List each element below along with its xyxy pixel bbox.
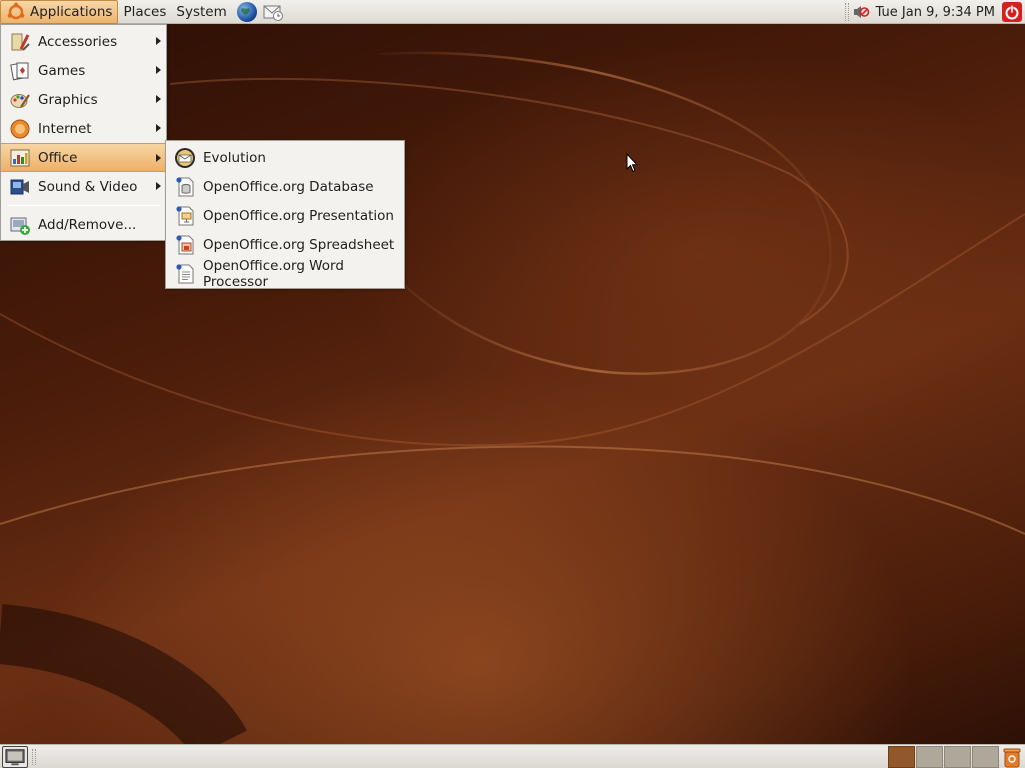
workspace-switcher: [888, 746, 1000, 768]
top-panel: Applications Places System Tue Jan 9, 9:…: [0, 0, 1025, 24]
menu-item-label: OpenOffice.org Presentation: [203, 207, 394, 224]
graphics-icon: [10, 93, 30, 108]
menu-item-label: Office: [38, 149, 78, 166]
workspace-1[interactable]: [888, 746, 915, 768]
office-submenu: Evolution OpenOffice.org Database OpenOf…: [165, 140, 405, 290]
evolution-icon: [175, 147, 195, 168]
panel-separator: [32, 749, 36, 765]
volume-muted-icon[interactable]: [852, 3, 870, 21]
bottom-panel: [0, 744, 1025, 768]
menu-item-oo-presentation[interactable]: OpenOffice.org Presentation: [166, 201, 404, 230]
presentation-icon: [176, 205, 194, 225]
power-icon[interactable]: [1001, 1, 1023, 23]
internet-icon: [10, 119, 30, 138]
submenu-arrow-icon: [156, 37, 161, 45]
workspace-3[interactable]: [944, 746, 971, 768]
panel-separator: [844, 3, 849, 21]
spreadsheet-icon: [176, 234, 194, 254]
applications-menu: Accessories Games Graphics Internet Offi…: [0, 24, 167, 241]
menu-item-oo-spreadsheet[interactable]: OpenOffice.org Spreadsheet: [166, 230, 404, 259]
mouse-pointer-icon: [626, 153, 638, 173]
mail-client-icon[interactable]: [262, 1, 284, 23]
menu-item-add-remove[interactable]: Add/Remove...: [1, 210, 166, 239]
menu-item-sound-video[interactable]: Sound & Video: [1, 172, 166, 201]
menu-item-label: Sound & Video: [38, 178, 138, 195]
applications-menu-label: Applications: [30, 3, 113, 20]
menu-item-label: Add/Remove...: [38, 216, 137, 233]
menu-item-oo-word-processor[interactable]: OpenOffice.org Word Processor: [166, 257, 404, 290]
menu-item-games[interactable]: Games: [1, 56, 166, 85]
menu-item-label: Internet: [38, 120, 92, 137]
menu-item-label: OpenOffice.org Spreadsheet: [203, 236, 395, 253]
submenu-arrow-icon: [156, 154, 161, 162]
clock[interactable]: Tue Jan 9, 9:34 PM: [872, 5, 1001, 20]
menu-item-oo-database[interactable]: OpenOffice.org Database: [166, 172, 404, 201]
web-browser-icon[interactable]: [236, 1, 258, 23]
applications-menu-button[interactable]: Applications: [0, 0, 119, 24]
games-icon: [10, 61, 29, 80]
menu-item-label: Games: [38, 62, 86, 79]
places-menu-button[interactable]: Places: [118, 0, 171, 24]
menu-separator: [7, 205, 160, 206]
submenu-arrow-icon: [156, 66, 161, 74]
menu-item-label: OpenOffice.org Database: [203, 178, 374, 195]
submenu-arrow-icon: [156, 95, 161, 103]
menu-item-accessories[interactable]: Accessories: [1, 27, 166, 56]
menu-item-label: OpenOffice.org Word Processor: [203, 257, 344, 290]
show-desktop-icon[interactable]: [2, 746, 28, 768]
workspace-2[interactable]: [916, 746, 943, 768]
add-remove-icon: [10, 217, 30, 235]
menu-item-label: Graphics: [38, 91, 98, 108]
office-icon: [10, 149, 30, 166]
menu-item-internet[interactable]: Internet: [1, 114, 166, 143]
menu-item-label: Evolution: [203, 149, 266, 166]
word-processor-icon: [176, 263, 194, 283]
accessories-icon: [11, 33, 30, 51]
panel-tray: Tue Jan 9, 9:34 PM: [842, 0, 1025, 24]
system-menu-button[interactable]: System: [171, 0, 231, 24]
menu-item-evolution[interactable]: Evolution: [166, 143, 404, 172]
submenu-arrow-icon: [156, 182, 161, 190]
ubuntu-logo-icon: [7, 2, 25, 19]
trash-icon[interactable]: [1001, 746, 1023, 768]
submenu-arrow-icon: [156, 124, 161, 132]
database-icon: [176, 176, 194, 196]
menu-item-office[interactable]: Office: [1, 143, 166, 172]
sound-video-icon: [10, 179, 29, 194]
menu-item-label: Accessories: [38, 33, 118, 50]
workspace-4[interactable]: [972, 746, 999, 768]
menu-item-graphics[interactable]: Graphics: [1, 85, 166, 114]
